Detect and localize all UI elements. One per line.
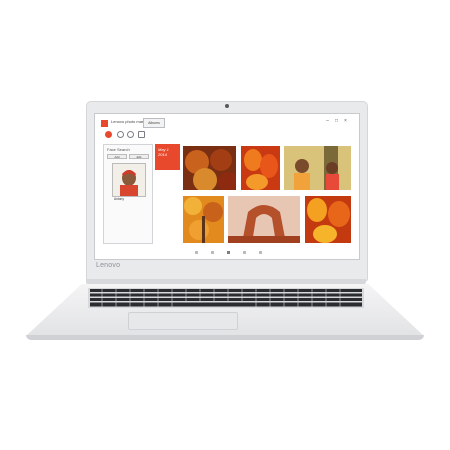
add-face-button[interactable]: Add: [107, 154, 127, 159]
brand-logo: Lenovo: [96, 262, 121, 269]
person-photo: [113, 164, 145, 196]
filter-icon[interactable]: [138, 131, 145, 138]
face-search-title: Face Search: [107, 147, 130, 152]
photo-rock-arch[interactable]: [228, 196, 300, 243]
page-dot[interactable]: [211, 251, 214, 254]
page-dot[interactable]: [243, 251, 246, 254]
touchpad[interactable]: [128, 312, 238, 330]
photo-peppers[interactable]: [241, 146, 280, 190]
date-tile-year: 2014: [158, 152, 167, 157]
edit-face-button[interactable]: Edit: [129, 154, 149, 159]
page-indicator: [195, 251, 275, 254]
laptop-screen: Lenovo photo master Albums – □ × Face Se…: [94, 113, 360, 260]
page-dot-active[interactable]: [227, 251, 230, 254]
tab-albums[interactable]: Albums: [143, 118, 165, 128]
photo-spices[interactable]: [183, 146, 236, 190]
photo-tulips[interactable]: [305, 196, 351, 243]
person-icon[interactable]: [105, 131, 112, 138]
face-search-panel: Face Search Add Edit Antony: [103, 144, 153, 244]
photo-autumn-tree[interactable]: [183, 196, 224, 243]
laptop-front-edge: [26, 335, 424, 340]
photo-children[interactable]: [284, 146, 351, 190]
face-search-buttons: Add Edit: [107, 154, 149, 159]
location-pin-icon[interactable]: [117, 131, 124, 138]
date-tile: May 1 2014: [155, 144, 180, 170]
app-logo-icon: [101, 120, 108, 127]
close-icon[interactable]: ×: [343, 119, 348, 124]
page-dot[interactable]: [259, 251, 262, 254]
face-thumbnail[interactable]: [112, 163, 146, 197]
minimize-icon[interactable]: –: [325, 119, 330, 124]
keyboard[interactable]: [88, 288, 364, 308]
webcam-icon: [225, 104, 229, 108]
person-name: Antony: [114, 197, 124, 201]
clock-icon[interactable]: [127, 131, 134, 138]
page-dot[interactable]: [195, 251, 198, 254]
maximize-icon[interactable]: □: [334, 119, 339, 124]
laptop-hinge: [86, 279, 366, 284]
